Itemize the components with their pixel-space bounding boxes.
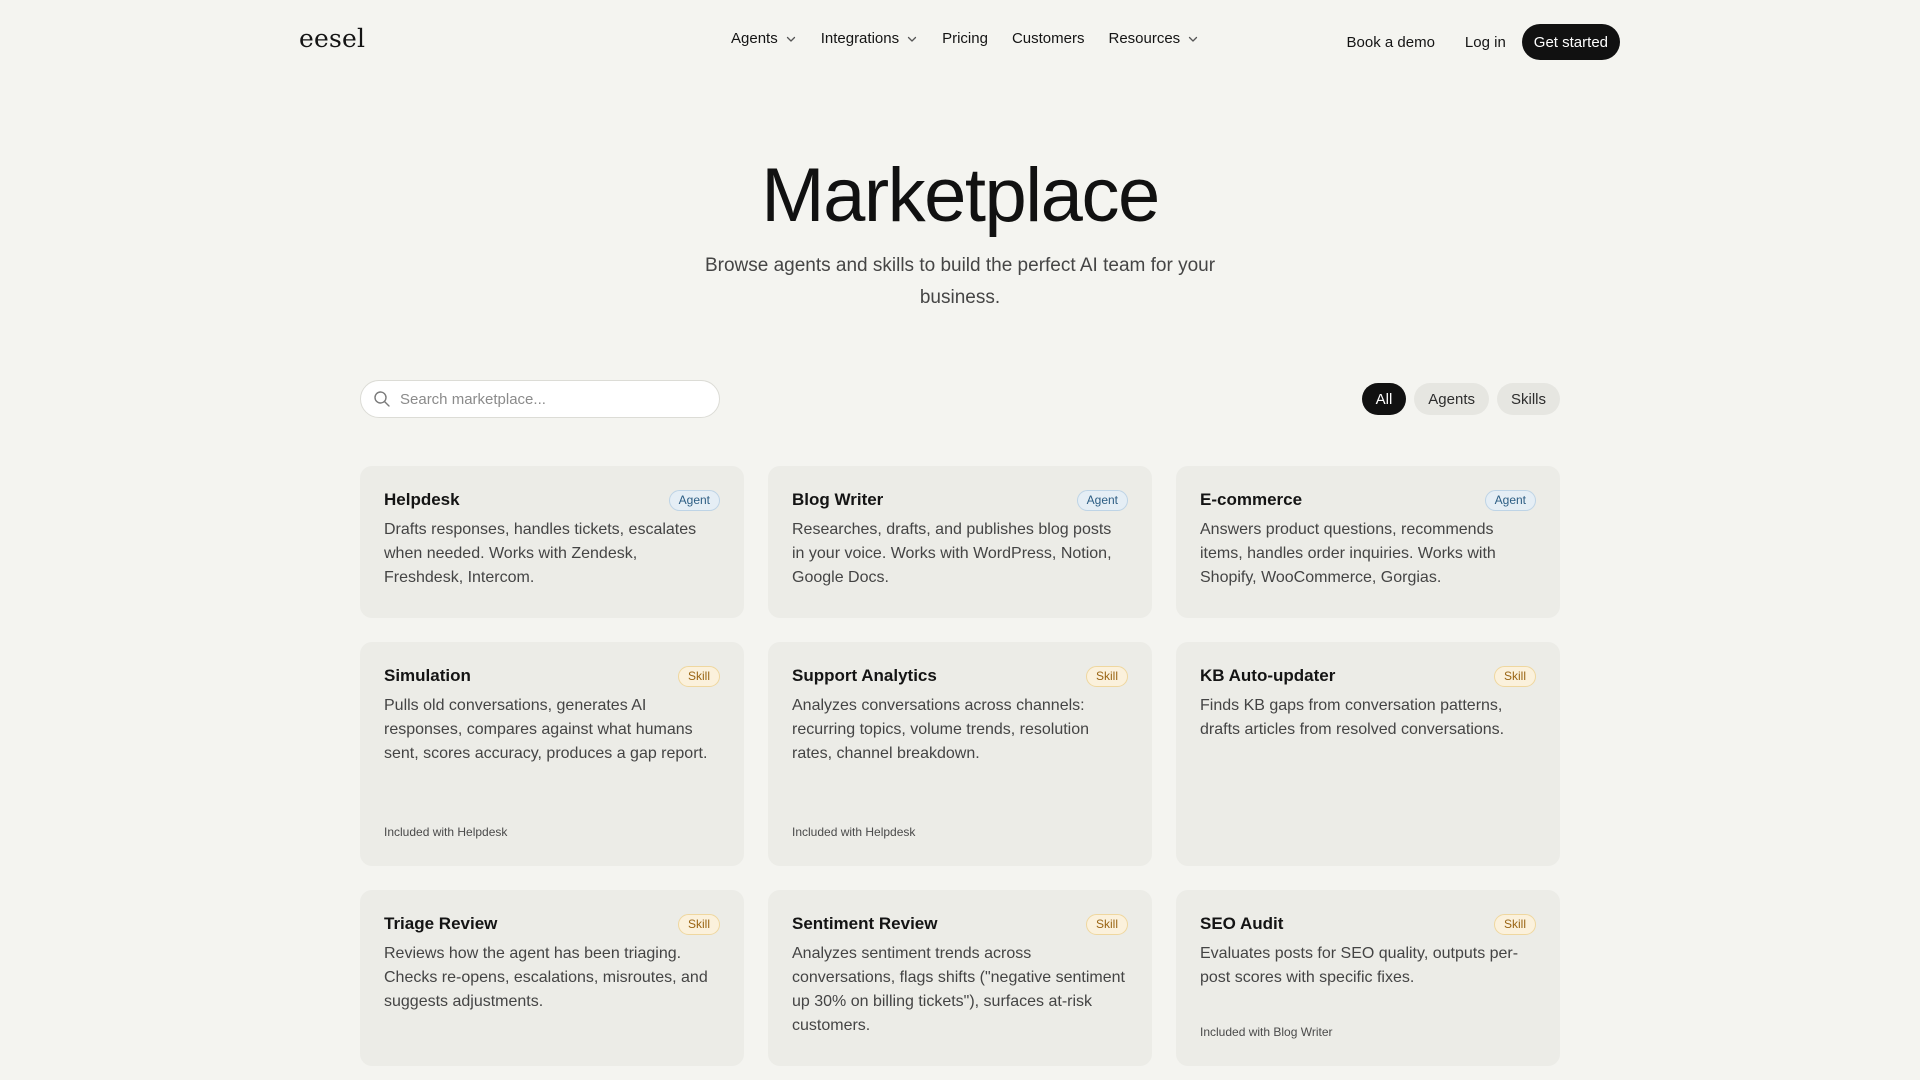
nav-item-label: Customers <box>1011 30 1085 47</box>
type-badge: Agent <box>668 489 720 511</box>
log-in-link[interactable]: Log in <box>1465 34 1506 51</box>
card-title: Simulation <box>384 666 471 685</box>
filter-pills: All Agents Skills <box>1361 383 1560 415</box>
chevron-down-icon <box>786 36 795 42</box>
marketplace-page: eesel Agents Integrations Pricing Custom… <box>0 0 1920 1080</box>
book-demo-link[interactable]: Book a demo <box>1347 34 1435 51</box>
card-seo-audit[interactable]: SEO Audit Skill Evaluates posts for SEO … <box>1176 890 1560 1066</box>
card-kb-auto-updater[interactable]: KB Auto-updater Skill Finds KB gaps from… <box>1176 642 1560 866</box>
header-actions: Book a demo Log in Get started <box>1347 24 1620 60</box>
card-title: E-commerce <box>1200 490 1303 509</box>
nav-item-label: Agents <box>731 30 778 47</box>
card-triage-review[interactable]: Triage Review Skill Reviews how the agen… <box>360 890 744 1066</box>
card-blog-writer[interactable]: Blog Writer Agent Researches, drafts, an… <box>768 466 1152 618</box>
type-badge: Agent <box>1484 489 1536 511</box>
chevron-down-icon <box>907 36 917 42</box>
type-badge: Skill <box>1085 913 1128 935</box>
filter-skills[interactable]: Skills <box>1496 383 1560 415</box>
card-title: Sentiment Review <box>792 914 938 933</box>
card-title: Support Analytics <box>792 666 937 685</box>
included-with-label: Included with Helpdesk <box>792 825 916 839</box>
logo[interactable]: eesel <box>299 24 365 53</box>
type-badge: Skill <box>677 913 720 935</box>
card-description: Answers product questions, recommends it… <box>1200 521 1496 586</box>
card-title: KB Auto-updater <box>1200 666 1336 685</box>
search-box[interactable] <box>360 380 720 418</box>
type-badge: Skill <box>677 665 720 687</box>
page-title: Marketplace <box>761 153 1160 238</box>
type-badge: Skill <box>1493 913 1536 935</box>
nav-item-agents[interactable]: Agents <box>731 30 797 47</box>
card-sentiment-review[interactable]: Sentiment Review Skill Analyzes sentimen… <box>768 890 1152 1066</box>
card-e-commerce[interactable]: E-commerce Agent Answers product questio… <box>1176 466 1560 618</box>
included-with-label: Included with Blog Writer <box>1200 1025 1333 1039</box>
card-simulation[interactable]: Simulation Skill Pulls old conversations… <box>360 642 744 866</box>
card-description: Reviews how the agent has been triaging.… <box>384 945 708 1010</box>
nav-item-resources[interactable]: Resources <box>1108 30 1199 47</box>
card-description: Drafts responses, handles tickets, escal… <box>384 521 697 586</box>
site-header: eesel Agents Integrations Pricing Custom… <box>0 0 1920 84</box>
nav-item-pricing[interactable]: Pricing <box>942 30 988 47</box>
main-nav: Agents Integrations Pricing Customers Re… <box>731 30 1199 47</box>
card-title: SEO Audit <box>1200 914 1284 933</box>
card-description: Researches, drafts, and publishes blog p… <box>792 521 1112 586</box>
card-description: Analyzes conversations across channels: … <box>792 697 1090 762</box>
card-title: Helpdesk <box>384 490 460 509</box>
type-badge: Skill <box>1493 665 1536 687</box>
search-input[interactable] <box>400 390 690 408</box>
card-description: Evaluates posts for SEO quality, outputs… <box>1200 945 1519 986</box>
nav-item-label: Pricing <box>942 30 988 47</box>
chevron-down-icon <box>1189 36 1198 42</box>
card-description: Finds KB gaps from conversation patterns… <box>1200 697 1505 738</box>
card-description: Pulls old conversations, generates AI re… <box>384 697 708 762</box>
card-description: Analyzes sentiment trends across convers… <box>792 945 1125 1034</box>
included-with-label: Included with Helpdesk <box>384 825 508 839</box>
search-icon <box>374 391 390 407</box>
filter-all[interactable]: All <box>1361 383 1407 415</box>
nav-item-integrations[interactable]: Integrations <box>821 30 918 47</box>
type-badge: Agent <box>1076 489 1128 511</box>
card-support-analytics[interactable]: Support Analytics Skill Analyzes convers… <box>768 642 1152 866</box>
type-badge: Skill <box>1085 665 1128 687</box>
card-title: Blog Writer <box>792 490 884 509</box>
nav-item-label: Integrations <box>820 30 900 47</box>
card-title: Triage Review <box>384 914 498 933</box>
get-started-button[interactable]: Get started <box>1521 24 1620 60</box>
nav-item-customers[interactable]: Customers <box>1012 30 1085 47</box>
filter-agents[interactable]: Agents <box>1414 383 1489 415</box>
nav-item-label: Resources <box>1108 30 1181 47</box>
page-subtitle: Browse agents and skills to build the pe… <box>704 255 1216 308</box>
card-helpdesk[interactable]: Helpdesk Agent Drafts responses, handles… <box>360 466 744 618</box>
